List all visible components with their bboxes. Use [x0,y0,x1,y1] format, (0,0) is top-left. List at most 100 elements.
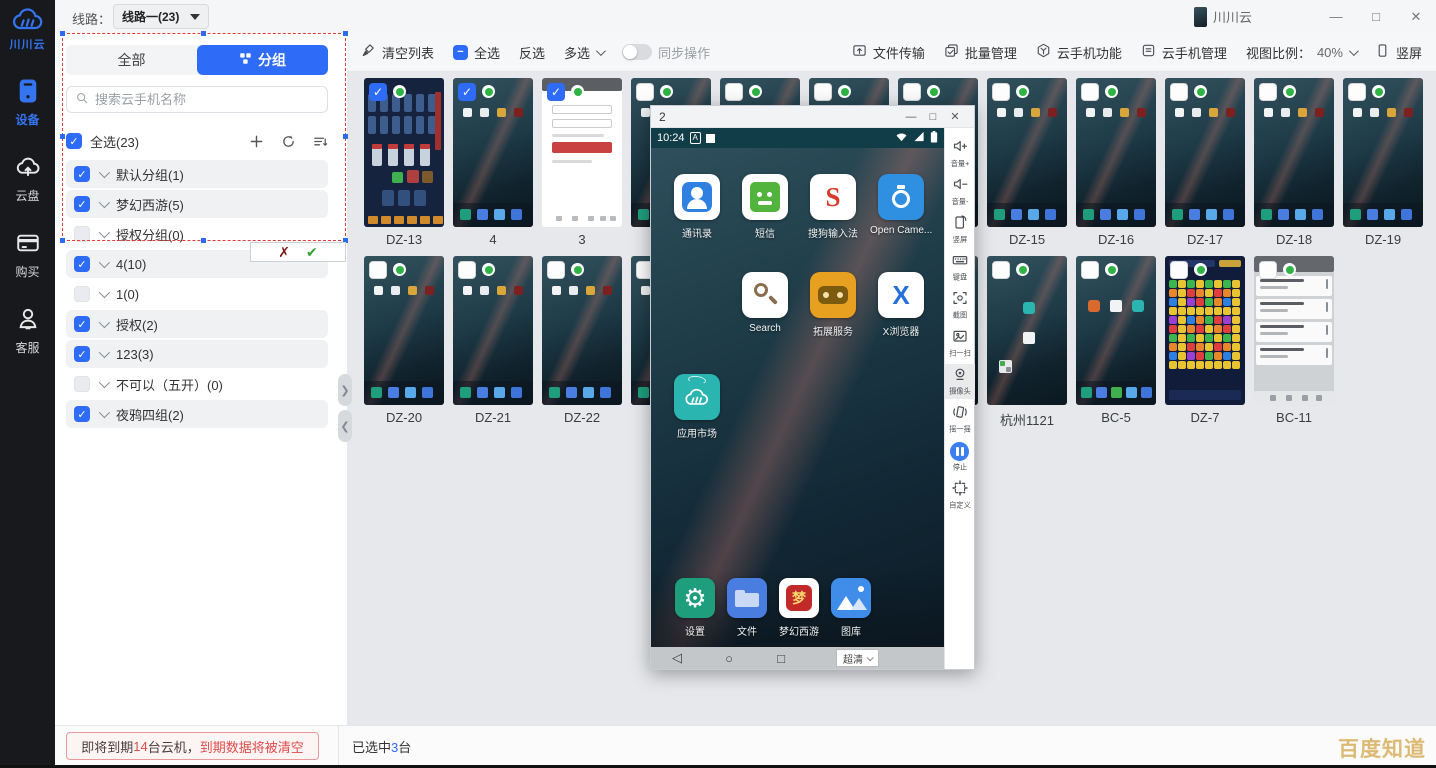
phone-screen[interactable]: 10:24 A 通讯录短信S搜狗输入法Open Came...Search拓展服… [651,128,944,669]
device-thumb-DZ-16[interactable]: DZ-16 [1076,78,1156,247]
portrait-mode-button[interactable]: 竖屏 [1375,43,1422,62]
control-rotate[interactable]: 竖屏 [945,212,975,247]
device-screen[interactable] [1254,256,1334,405]
sync-operation-toggle[interactable]: 同步操作 [622,43,710,62]
nav-home-button[interactable]: ○ [703,651,755,666]
group-row[interactable]: ✓夜鸦四组(2) [66,400,328,428]
search-input[interactable] [95,92,319,107]
device-screen[interactable]: ✓ [364,78,444,227]
select-all-indeterminate-checkbox[interactable]: − [453,45,468,60]
device-screen[interactable] [1076,256,1156,405]
group-checkbox[interactable] [74,286,90,302]
app-icon-xbrowser[interactable]: X [878,272,924,318]
minimize-button[interactable]: — [1316,9,1356,24]
batch-manage-button[interactable]: 批量管理 [944,43,1017,62]
app-searchapp[interactable]: Search [734,272,796,334]
control-keyboard[interactable]: 键盘 [945,250,975,285]
device-checkbox[interactable] [992,83,1010,101]
app-icon-contacts[interactable] [674,174,720,220]
group-checkbox[interactable]: ✓ [74,316,90,332]
group-checkbox[interactable]: ✓ [74,346,90,362]
device-checkbox[interactable] [903,83,921,101]
group-row[interactable]: 1(0) [66,280,328,308]
multi-select-button[interactable]: 多选 [564,43,603,62]
device-thumb-DZ-7[interactable]: DZ-7 [1165,256,1245,425]
app-icon-files[interactable] [727,578,767,618]
device-checkbox[interactable] [1170,83,1188,101]
popup-maximize-button[interactable]: □ [922,111,944,123]
control-scan[interactable]: 扫一扫 [945,326,975,361]
group-row[interactable]: ✓梦幻西游(5) [66,190,328,218]
device-thumb-DZ-19[interactable]: DZ-19 [1343,78,1423,247]
panel-expand-arrow[interactable]: ❯ [338,374,352,406]
device-screen[interactable]: ✓ [542,78,622,227]
device-screen[interactable] [1254,78,1334,227]
view-scale-dropdown[interactable]: 视图比例： 40% [1246,43,1356,62]
file-transfer-button[interactable]: 文件传输 [852,43,925,62]
device-checkbox[interactable] [1081,261,1099,279]
app-icon-mhxy[interactable]: 梦 [779,578,819,618]
device-screen[interactable] [364,256,444,405]
app-icon-sms[interactable] [742,174,788,220]
cloud-manage-button[interactable]: 云手机管理 [1141,43,1227,62]
device-screen[interactable] [987,256,1067,405]
device-thumb-杭州1121[interactable]: 杭州1121 [987,256,1067,429]
app-icon-sogou[interactable]: S [810,174,856,220]
app-icon-searchapp[interactable] [742,272,788,318]
cloud-functions-button[interactable]: 云手机功能 [1036,43,1122,62]
maximize-button[interactable]: □ [1356,9,1396,24]
device-checkbox[interactable] [992,261,1010,279]
app-expand[interactable]: 拓展服务 [802,272,864,338]
group-checkbox[interactable]: ✓ [74,196,90,212]
device-thumb-DZ-18[interactable]: DZ-18 [1254,78,1334,247]
dock-app-settings[interactable]: ⚙设置 [669,578,721,638]
app-contacts[interactable]: 通讯录 [666,174,728,240]
device-checkbox[interactable]: ✓ [547,83,565,101]
group-checkbox[interactable]: ✓ [74,166,90,182]
app-xbrowser[interactable]: XX浏览器 [870,272,932,338]
nav-back-button[interactable]: ◁ [651,650,703,666]
device-checkbox[interactable] [636,83,654,101]
device-screen[interactable] [542,256,622,405]
device-checkbox[interactable] [547,261,565,279]
device-screen[interactable] [1343,78,1423,227]
group-checkbox[interactable]: ✓ [74,256,90,272]
device-thumb-DZ-22[interactable]: DZ-22 [542,256,622,425]
device-screen[interactable] [987,78,1067,227]
device-checkbox[interactable] [458,261,476,279]
device-thumb-DZ-15[interactable]: DZ-15 [987,78,1067,247]
device-checkbox[interactable] [814,83,832,101]
select-all-toolbar-button[interactable]: − 全选 [453,43,500,62]
group-row[interactable]: ✓默认分组(1) [66,160,328,188]
device-thumb-3[interactable]: ✓3 [542,78,622,247]
device-checkbox[interactable] [725,83,743,101]
refresh-button[interactable] [281,134,296,149]
dock-app-files[interactable]: 文件 [721,578,773,638]
add-group-button[interactable] [249,134,264,149]
device-checkbox[interactable] [1081,83,1099,101]
app-icon-appmarket[interactable] [674,374,720,420]
device-checkbox[interactable] [1348,83,1366,101]
control-screenshot[interactable]: 截图 [945,288,975,323]
cancel-capture-button[interactable]: ✗ [278,245,290,259]
device-screen[interactable] [1076,78,1156,227]
popup-minimize-button[interactable]: — [900,111,922,123]
device-thumb-DZ-21[interactable]: DZ-21 [453,256,533,425]
device-thumb-4[interactable]: ✓4 [453,78,533,247]
app-icon-expand[interactable] [810,272,856,318]
group-checkbox[interactable]: ✓ [74,406,90,422]
app-icon-gallery[interactable] [831,578,871,618]
device-checkbox[interactable] [1259,83,1277,101]
control-stop[interactable]: 停止 [945,440,975,475]
dock-app-mhxy[interactable]: 梦梦幻西游 [773,578,825,638]
sidebar-item-devices[interactable]: 设备 [0,78,55,128]
app-icon-opencam[interactable] [878,174,924,220]
control-volume-minus[interactable]: 音量- [945,174,975,209]
control-shake[interactable]: 摇一摇 [945,402,975,437]
app-icon-settings[interactable]: ⚙ [675,578,715,618]
group-checkbox[interactable] [74,376,90,392]
control-custom[interactable]: 自定义 [945,478,975,513]
expiry-warning[interactable]: 即将到期14台云机，到期数据将被清空 [66,732,319,760]
app-sogou[interactable]: S搜狗输入法 [802,174,864,240]
line-select-dropdown[interactable]: 线路一(23) [113,4,209,29]
